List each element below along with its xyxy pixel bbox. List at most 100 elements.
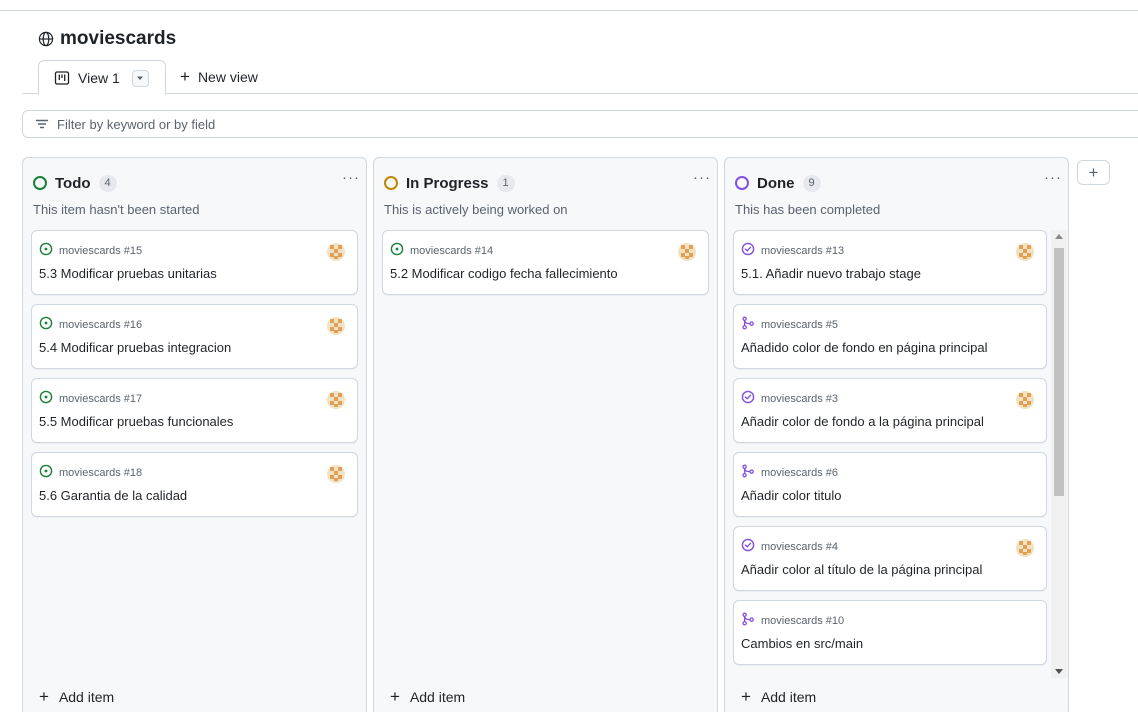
issue-closed-icon bbox=[741, 390, 755, 407]
item-card[interactable]: moviescards #6 Añadir color titulo bbox=[733, 452, 1047, 517]
filter-input[interactable] bbox=[57, 116, 457, 132]
avatar[interactable] bbox=[327, 317, 345, 335]
card-repo[interactable]: moviescards #14 bbox=[410, 245, 493, 257]
new-view-button[interactable]: + New view bbox=[180, 68, 258, 85]
card-title[interactable]: 5.5 Modificar pruebas funcionales bbox=[39, 414, 233, 429]
card-title[interactable]: 5.2 Modificar codigo fecha fallecimiento bbox=[390, 266, 618, 281]
card-title[interactable]: 5.1. Añadir nuevo trabajo stage bbox=[741, 266, 921, 281]
item-card[interactable]: moviescards #17 5.5 Modificar pruebas fu… bbox=[31, 378, 358, 443]
avatar[interactable] bbox=[1016, 391, 1034, 409]
card-repo[interactable]: moviescards #15 bbox=[59, 245, 142, 257]
add-item-label: Add item bbox=[409, 688, 466, 705]
plus-icon: + bbox=[1088, 162, 1099, 182]
item-card[interactable]: moviescards #15 5.3 Modificar pruebas un… bbox=[31, 230, 358, 295]
triangle-down-icon bbox=[137, 76, 144, 80]
filter-bar[interactable] bbox=[22, 110, 1138, 138]
column-menu-button[interactable]: ··· bbox=[342, 170, 360, 185]
item-card[interactable]: moviescards #13 5.1. Añadir nuevo trabaj… bbox=[733, 230, 1047, 295]
card-title[interactable]: Añadir color al título de la página prin… bbox=[741, 562, 982, 577]
issue-open-icon bbox=[39, 242, 53, 259]
add-item-button[interactable]: + Add item bbox=[39, 688, 114, 705]
card-repo[interactable]: moviescards #5 bbox=[761, 319, 838, 331]
avatar[interactable] bbox=[327, 243, 345, 261]
item-card[interactable]: moviescards #5 Añadido color de fondo en… bbox=[733, 304, 1047, 369]
globe-icon bbox=[38, 31, 54, 47]
item-card[interactable]: moviescards #10 Cambios en src/main bbox=[733, 600, 1047, 665]
column-count: 9 bbox=[802, 174, 821, 192]
column-scrollbar[interactable] bbox=[1051, 230, 1067, 678]
avatar[interactable] bbox=[327, 391, 345, 409]
card-title[interactable]: 5.4 Modificar pruebas integracion bbox=[39, 340, 231, 355]
add-item-label: Add item bbox=[58, 688, 115, 705]
status-in-progress-icon bbox=[384, 176, 398, 190]
tab-view-label: View 1 bbox=[78, 70, 120, 86]
column-description: This has been completed bbox=[735, 202, 881, 217]
column-done: Done 9 ··· This has been completed movie… bbox=[724, 157, 1069, 712]
column-header: Todo 4 bbox=[33, 172, 356, 194]
status-todo-icon bbox=[33, 176, 47, 190]
column-header: Done 9 bbox=[735, 172, 1058, 194]
scroll-up-arrow-icon[interactable] bbox=[1055, 234, 1063, 239]
card-repo[interactable]: moviescards #10 bbox=[761, 615, 844, 627]
project-title: moviescards bbox=[38, 27, 176, 51]
issue-open-icon bbox=[39, 316, 53, 333]
column-description: This item hasn't been started bbox=[33, 202, 200, 217]
card-list: moviescards #14 5.2 Modificar codigo fec… bbox=[382, 230, 709, 304]
card-repo[interactable]: moviescards #17 bbox=[59, 393, 142, 405]
avatar[interactable] bbox=[678, 243, 696, 261]
status-done-icon bbox=[735, 176, 749, 190]
issue-open-icon bbox=[39, 464, 53, 481]
pull-request-merged-icon bbox=[741, 316, 755, 333]
item-card[interactable]: moviescards #18 5.6 Garantia de la calid… bbox=[31, 452, 358, 517]
column-todo: Todo 4 ··· This item hasn't been started… bbox=[22, 157, 367, 712]
card-repo[interactable]: moviescards #16 bbox=[59, 319, 142, 331]
scrollbar-thumb[interactable] bbox=[1054, 248, 1064, 496]
add-item-button[interactable]: + Add item bbox=[741, 688, 816, 705]
view-tabs: View 1 + New view bbox=[0, 60, 1138, 95]
card-list: moviescards #15 5.3 Modificar pruebas un… bbox=[31, 230, 358, 526]
add-column-button[interactable]: + bbox=[1077, 160, 1110, 185]
avatar[interactable] bbox=[1016, 539, 1034, 557]
card-repo[interactable]: moviescards #3 bbox=[761, 393, 838, 405]
card-title[interactable]: Añadido color de fondo en página princip… bbox=[741, 340, 987, 355]
column-menu-button[interactable]: ··· bbox=[1044, 170, 1062, 185]
column-name: In Progress bbox=[406, 174, 489, 192]
card-repo[interactable]: moviescards #6 bbox=[761, 467, 838, 479]
card-title[interactable]: 5.3 Modificar pruebas unitarias bbox=[39, 266, 217, 281]
issue-closed-icon bbox=[741, 538, 755, 555]
column-description: This is actively being worked on bbox=[384, 202, 568, 217]
card-title[interactable]: Cambios en src/main bbox=[741, 636, 863, 651]
new-view-label: New view bbox=[197, 68, 258, 85]
tab-view-1[interactable]: View 1 bbox=[38, 60, 166, 95]
item-card[interactable]: moviescards #16 5.4 Modificar pruebas in… bbox=[31, 304, 358, 369]
scroll-down-arrow-icon[interactable] bbox=[1055, 669, 1063, 674]
item-card[interactable]: moviescards #3 Añadir color de fondo a l… bbox=[733, 378, 1047, 443]
card-repo[interactable]: moviescards #18 bbox=[59, 467, 142, 479]
issue-closed-icon bbox=[741, 242, 755, 259]
view-options-button[interactable] bbox=[131, 69, 149, 87]
card-title[interactable]: Añadir color de fondo a la página princi… bbox=[741, 414, 984, 429]
card-title[interactable]: 5.6 Garantia de la calidad bbox=[39, 488, 187, 503]
card-repo[interactable]: moviescards #4 bbox=[761, 541, 838, 553]
plus-icon: + bbox=[39, 687, 49, 706]
issue-open-icon bbox=[39, 390, 53, 407]
plus-icon: + bbox=[741, 687, 751, 706]
card-repo[interactable]: moviescards #13 bbox=[761, 245, 844, 257]
top-divider bbox=[0, 10, 1138, 11]
pull-request-merged-icon bbox=[741, 612, 755, 629]
column-count: 4 bbox=[98, 174, 117, 192]
column-menu-button[interactable]: ··· bbox=[693, 170, 711, 185]
column-header: In Progress 1 bbox=[384, 172, 707, 194]
card-title[interactable]: Añadir color titulo bbox=[741, 488, 841, 503]
filter-icon bbox=[35, 119, 49, 129]
plus-icon: + bbox=[390, 687, 400, 706]
add-item-button[interactable]: + Add item bbox=[390, 688, 465, 705]
project-title-text: moviescards bbox=[60, 28, 177, 49]
avatar[interactable] bbox=[327, 465, 345, 483]
pull-request-merged-icon bbox=[741, 464, 755, 481]
tabs-divider bbox=[22, 93, 1138, 94]
avatar[interactable] bbox=[1016, 243, 1034, 261]
column-name: Done bbox=[757, 174, 795, 192]
item-card[interactable]: moviescards #4 Añadir color al título de… bbox=[733, 526, 1047, 591]
item-card[interactable]: moviescards #14 5.2 Modificar codigo fec… bbox=[382, 230, 709, 295]
